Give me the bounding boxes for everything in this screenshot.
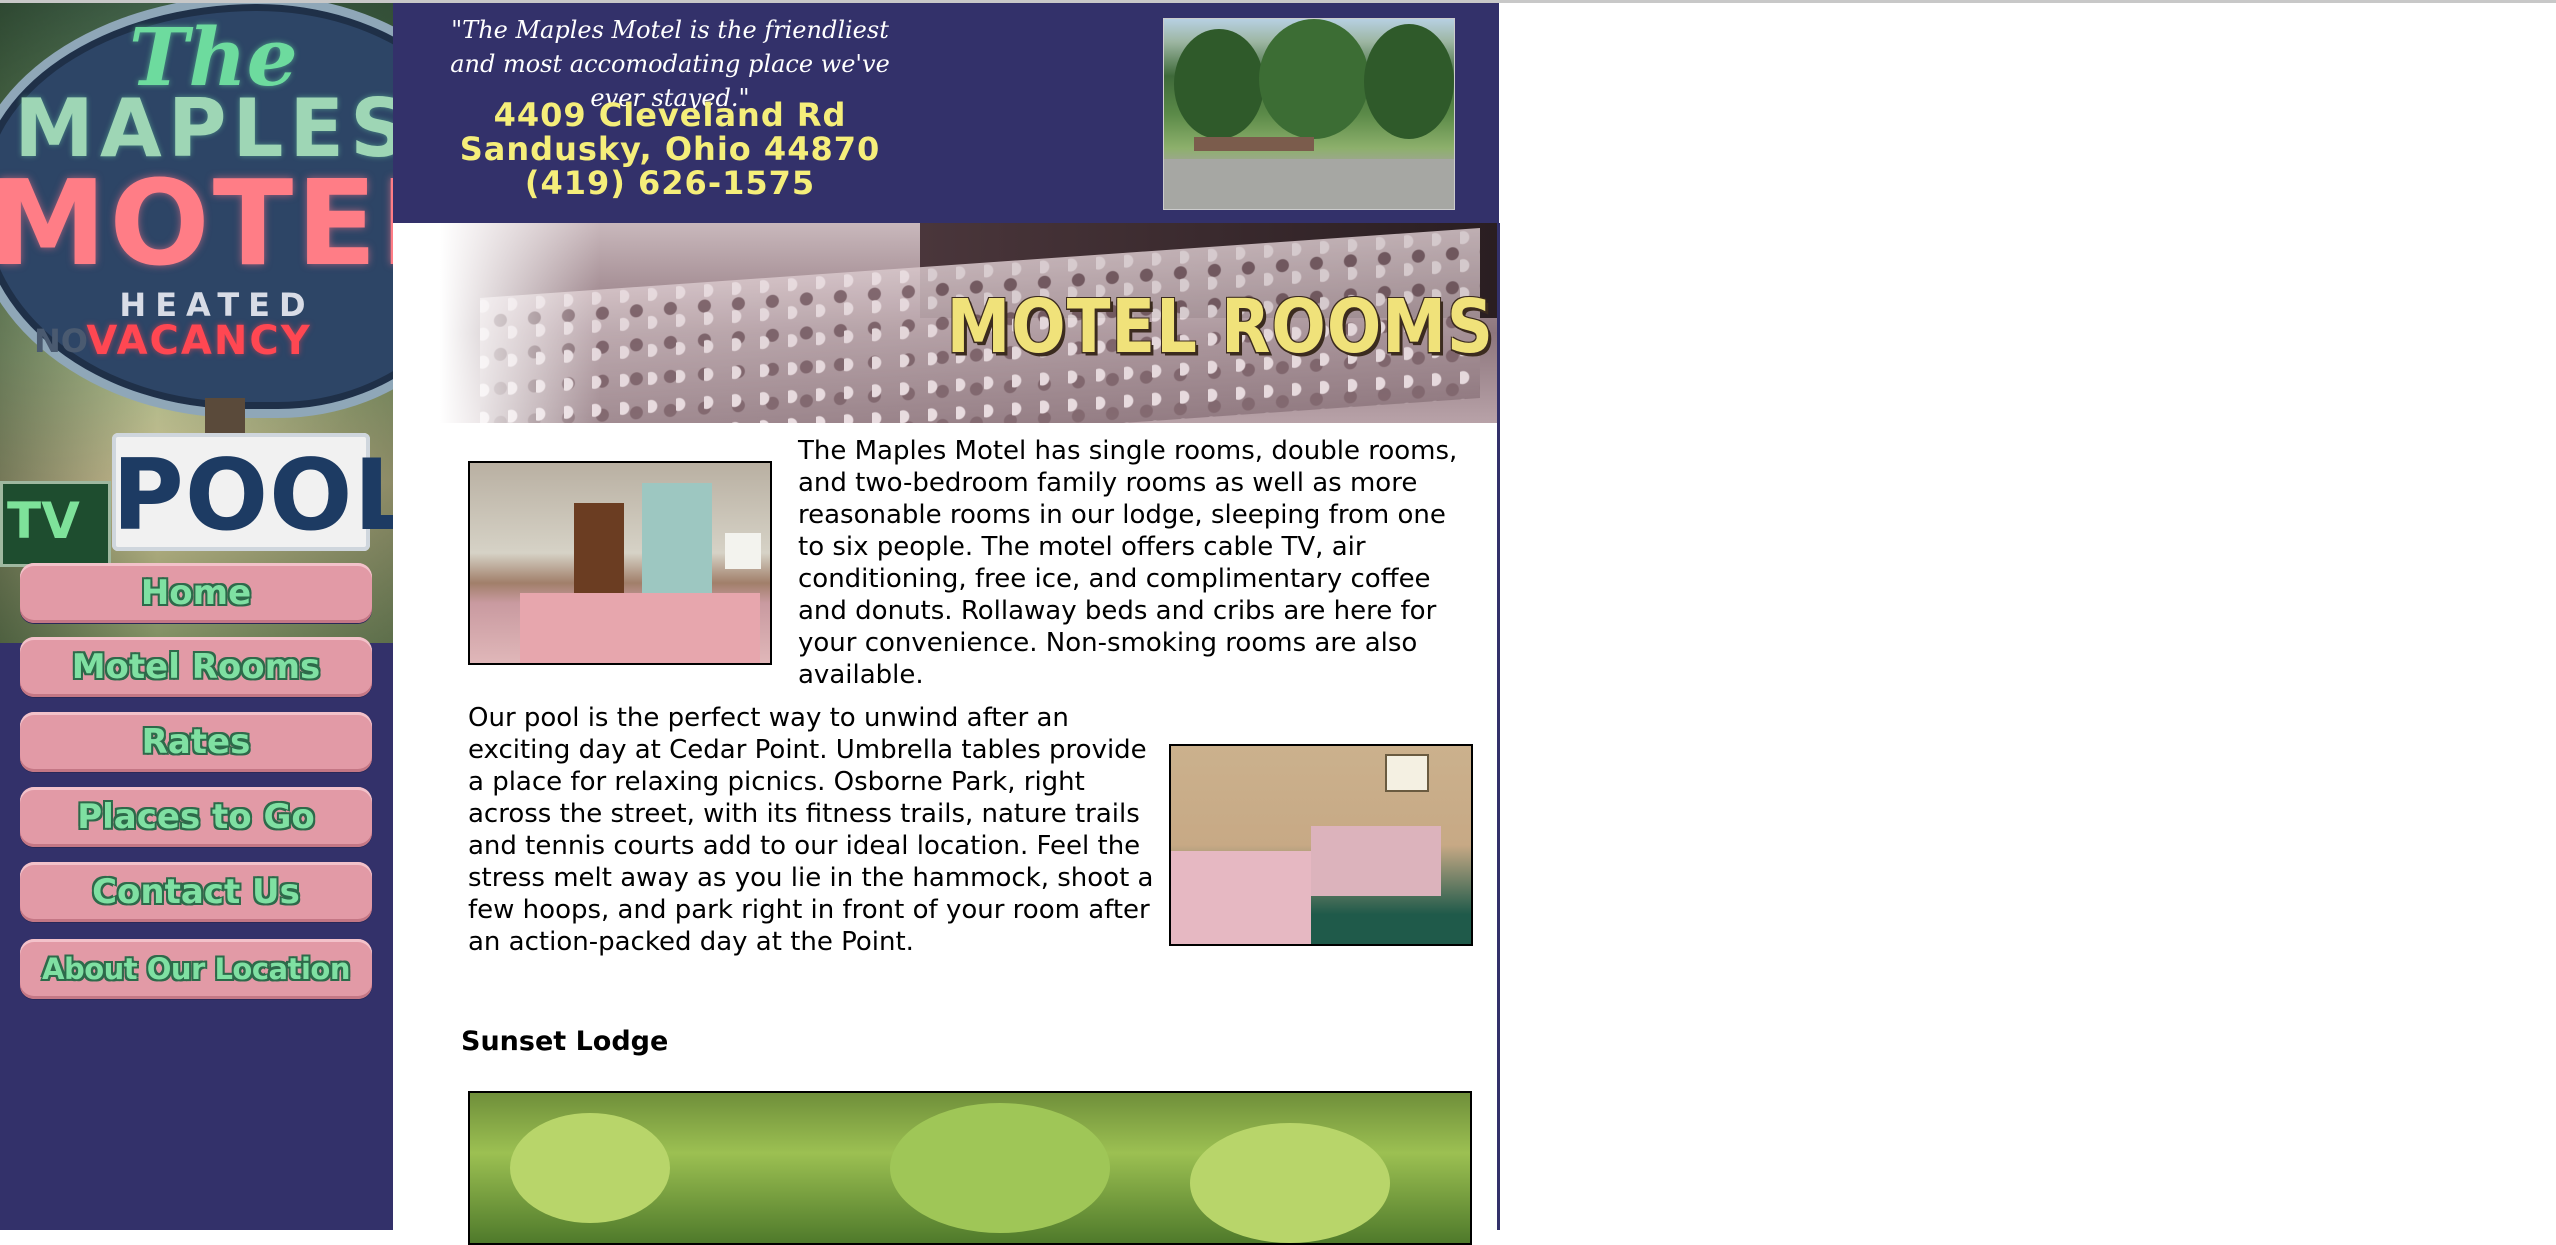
nav-rates-button[interactable]: Rates [20, 712, 372, 772]
nav-about-location-button[interactable]: About Our Location [20, 939, 372, 999]
pool-description: Our pool is the perfect way to unwind af… [468, 703, 1154, 957]
section-heading: Sunset Lodge [461, 1026, 669, 1057]
photo-bed [1311, 826, 1441, 896]
pool-sign-text: POOL [112, 439, 393, 553]
photo-building [1194, 137, 1314, 151]
nav-places-to-go-button[interactable]: Places to Go [20, 787, 372, 847]
logo-motel: MOTEL [0, 154, 393, 292]
photo-foliage [1190, 1123, 1390, 1243]
contact-address: 4409 Cleveland Rd Sandusky, Ohio 44870 (… [440, 98, 900, 200]
photo-window [642, 483, 712, 603]
photo-tree [1174, 29, 1264, 139]
banner-fade [440, 223, 600, 423]
neon-sign: The MAPLES MOTEL HEATED NO VACANCY [0, 3, 393, 418]
motel-exterior-photo [1163, 18, 1455, 210]
photo-wall-art [1385, 754, 1429, 792]
phone-number: (419) 626-1575 [524, 164, 816, 202]
address-street: 4409 Cleveland Rd [493, 96, 847, 134]
sign-pole [205, 398, 245, 438]
double-room-photo [1169, 744, 1473, 946]
address-city: Sandusky, Ohio 44870 [459, 130, 881, 168]
room-interior-photo [468, 461, 772, 665]
tv-sign-text: TV [7, 492, 80, 550]
rooms-description: The Maples Motel has single rooms, doubl… [798, 436, 1458, 690]
photo-road [1164, 159, 1454, 209]
tv-sign: TV [0, 481, 111, 567]
photo-door [574, 503, 624, 603]
photo-foliage [510, 1113, 670, 1223]
photo-foliage [890, 1103, 1110, 1233]
content-right-border [1497, 223, 1500, 1230]
photo-bed [520, 593, 760, 663]
pool-sign: POOL [112, 433, 393, 553]
main-content: The Maples Motel has single rooms, doubl… [393, 423, 1497, 1245]
sunset-lodge-photo [468, 1091, 1472, 1245]
motel-rooms-banner: MOTEL ROOMS [440, 223, 1498, 423]
logo-vacancy: VACANCY [86, 318, 312, 364]
banner-title: MOTEL ROOMS [946, 285, 1494, 371]
page: The MAPLES MOTEL HEATED NO VACANCY TV PO… [0, 3, 1500, 1245]
photo-lamp [725, 533, 761, 569]
photo-tree [1259, 19, 1369, 139]
photo-bed [1171, 851, 1311, 944]
photo-tree [1364, 24, 1454, 139]
nav-motel-rooms-button[interactable]: Motel Rooms [20, 637, 372, 697]
nav-contact-us-button[interactable]: Contact Us [20, 862, 372, 922]
motel-sign-image: The MAPLES MOTEL HEATED NO VACANCY TV PO… [0, 3, 393, 643]
sidebar: The MAPLES MOTEL HEATED NO VACANCY TV PO… [0, 3, 393, 1230]
nav-home-button[interactable]: Home [20, 563, 372, 623]
